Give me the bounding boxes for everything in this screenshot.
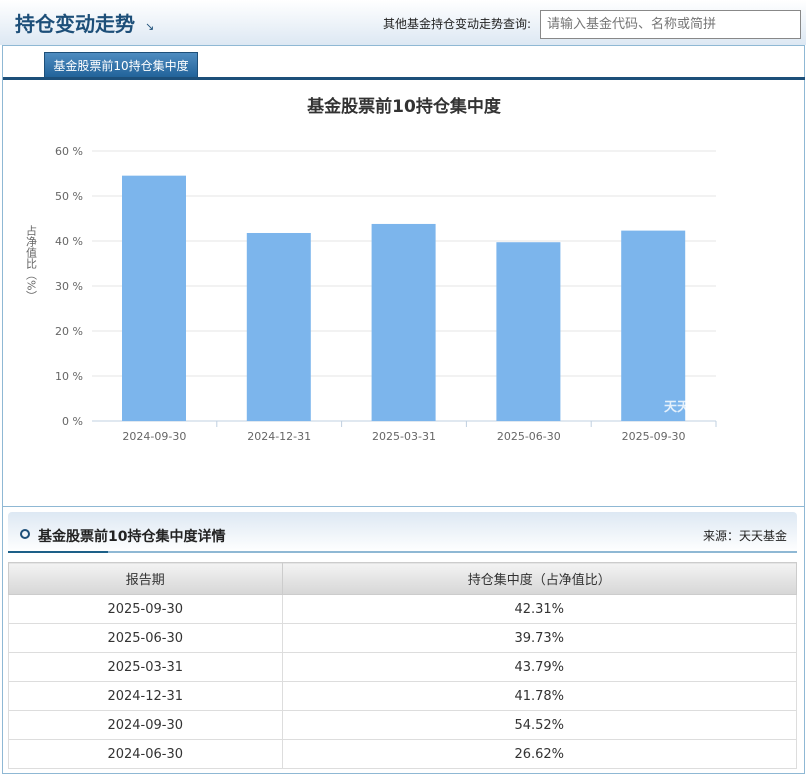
period-cell: 2024-06-30 — [8, 739, 283, 769]
concentration-cell: 41.78% — [281, 681, 797, 711]
watermark-logo: 天天基金 — [664, 399, 717, 415]
bar[interactable] — [371, 223, 436, 421]
y-tick-label: 40 % — [55, 235, 83, 248]
details-table: 报告期 持仓集中度（占净值比） 2025-09-30 42.31% 2025-06-… — [8, 562, 797, 769]
bar[interactable] — [496, 242, 561, 421]
x-tick-label: 2024-09-30 — [122, 430, 186, 443]
section-line — [8, 551, 797, 553]
x-tick-label: 2025-09-30 — [622, 430, 686, 443]
col-header-concentration: 持仓集中度（占净值比） — [281, 562, 797, 595]
table-row: 2024-06-30 26.62% — [8, 739, 797, 769]
details-title: 基金股票前10持仓集中度详情 — [38, 529, 226, 545]
page-title: 持仓变动走势 — [15, 12, 135, 36]
fund-search-input[interactable] — [540, 10, 801, 39]
y-tick-label: 0 % — [62, 415, 83, 428]
tab-top10-concentration[interactable]: 基金股票前10持仓集中度 — [44, 52, 198, 78]
x-tick-label: 2024-12-31 — [247, 430, 311, 443]
concentration-cell: 39.73% — [281, 623, 797, 653]
concentration-cell: 26.62% — [281, 739, 797, 769]
period-cell: 2025-06-30 — [8, 623, 283, 653]
y-axis-label: 占净值比（%） — [25, 224, 38, 302]
period-cell: 2025-09-30 — [8, 594, 283, 624]
x-tick-label: 2025-03-31 — [372, 430, 436, 443]
bar[interactable] — [122, 175, 186, 421]
table-row: 2025-09-30 42.31% — [8, 594, 797, 624]
expand-arrow-icon[interactable]: ↘ — [145, 20, 154, 33]
section-line-accent — [8, 551, 108, 553]
concentration-cell: 43.79% — [281, 652, 797, 682]
period-cell: 2024-09-30 — [8, 710, 283, 740]
concentration-cell: 42.31% — [281, 594, 797, 624]
table-row: 2024-12-31 41.78% — [8, 681, 797, 711]
y-tick-label: 50 % — [55, 190, 83, 203]
query-label: 其他基金持仓变动走势查询: — [383, 17, 532, 31]
bar-chart: 基金股票前10持仓集中度 0 % 10 % 20 % 30 % 40 % 50 % 60 %… — [25, 96, 717, 443]
details-section-header: 基金股票前10持仓集中度详情 来源：天天基金 — [8, 512, 797, 552]
period-cell: 2024-12-31 — [8, 681, 283, 711]
table-row: 2025-06-30 39.73% — [8, 623, 797, 653]
circle-icon — [20, 529, 30, 539]
concentration-cell: 54.52% — [281, 710, 797, 740]
table-row: 2025-03-31 43.79% — [8, 652, 797, 682]
divider — [3, 506, 805, 507]
y-tick-label: 10 % — [55, 370, 83, 383]
y-tick-label: 30 % — [55, 280, 83, 293]
x-tick-label: 2025-06-30 — [497, 430, 561, 443]
chart-title: 基金股票前10持仓集中度 — [306, 96, 502, 117]
y-tick-label: 60 % — [55, 145, 83, 158]
col-header-period: 报告期 — [8, 562, 283, 595]
table-row: 2024-09-30 54.52% — [8, 710, 797, 740]
source-label: 来源：天天基金 — [702, 529, 787, 543]
bar[interactable] — [246, 232, 311, 421]
header: 持仓变动走势 ↘ 其他基金持仓变动走势查询: — [0, 0, 806, 45]
period-cell: 2025-03-31 — [8, 652, 283, 682]
y-tick-label: 20 % — [55, 325, 83, 338]
bar[interactable] — [621, 230, 686, 421]
